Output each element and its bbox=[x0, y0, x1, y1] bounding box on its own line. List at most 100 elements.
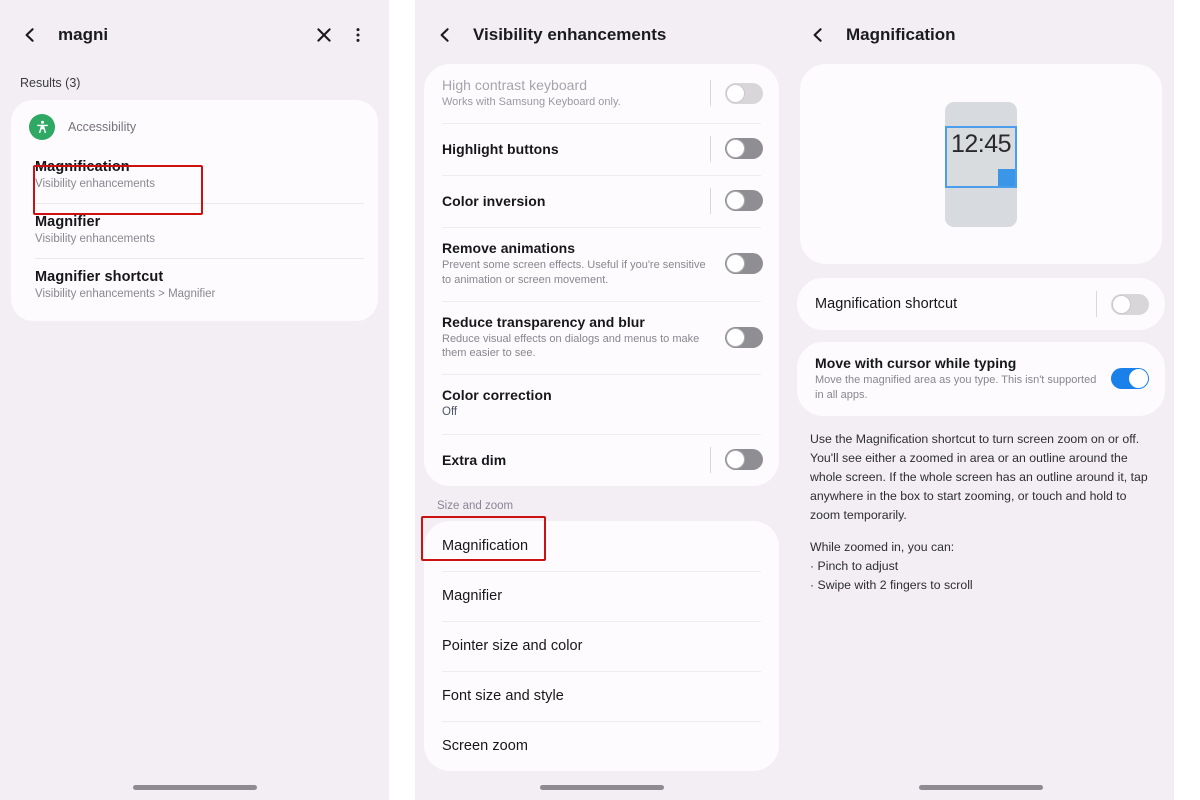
back-icon[interactable] bbox=[802, 19, 834, 51]
visibility-settings-group: High contrast keyboard Works with Samsun… bbox=[424, 64, 779, 486]
row-magnifier[interactable]: Magnifier bbox=[424, 570, 779, 621]
magnification-app-bar: Magnification bbox=[788, 6, 1174, 64]
result-subtitle: Visibility enhancements bbox=[35, 178, 155, 190]
toggle-wrap bbox=[1111, 368, 1149, 390]
description-list-heading: While zoomed in, you can: bbox=[810, 539, 955, 554]
row-font-size-and-style[interactable]: Font size and style bbox=[424, 670, 779, 721]
toggle-knob bbox=[726, 254, 745, 274]
magnification-zoom-box: 12:45 bbox=[945, 125, 1017, 188]
toggle-knob bbox=[726, 83, 745, 103]
toggle-knob bbox=[1112, 294, 1131, 314]
back-icon[interactable] bbox=[429, 19, 461, 51]
row-label: Extra dim bbox=[442, 451, 507, 468]
toggle-wrap bbox=[710, 135, 763, 162]
row-extra-dim[interactable]: Extra dim bbox=[424, 433, 779, 486]
magnification-description: Use the Magnification shortcut to turn s… bbox=[788, 416, 1174, 595]
page-title: Magnification bbox=[846, 25, 956, 44]
row-highlight-buttons[interactable]: Highlight buttons bbox=[424, 122, 779, 175]
row-label: Highlight buttons bbox=[442, 140, 559, 157]
description-paragraph-2: While zoomed in, you can: · Pinch to adj… bbox=[810, 538, 1152, 595]
toggle-remove-animations[interactable] bbox=[725, 253, 763, 275]
row-text: Highlight buttons bbox=[442, 141, 710, 157]
panel-gap-1 bbox=[389, 0, 415, 800]
gesture-bar-handle[interactable] bbox=[919, 785, 1043, 790]
gesture-bar[interactable] bbox=[788, 785, 1174, 790]
gesture-bar-handle[interactable] bbox=[539, 785, 664, 790]
row-reduce-transparency-and-blur[interactable]: Reduce transparency and blur Reduce visu… bbox=[424, 300, 779, 375]
visibility-app-bar: Visibility enhancements bbox=[415, 6, 788, 64]
row-text: Extra dim bbox=[442, 452, 710, 468]
search-result-magnifier[interactable]: Magnifier Visibility enhancements bbox=[11, 203, 378, 258]
row-label: Pointer size and color bbox=[442, 637, 583, 654]
row-label: Magnifier bbox=[442, 587, 503, 604]
size-and-zoom-group: Magnification Magnifier Pointer size and… bbox=[424, 520, 779, 771]
result-category-label: Accessibility bbox=[68, 120, 137, 134]
toggle-wrap bbox=[710, 446, 763, 473]
row-screen-zoom[interactable]: Screen zoom bbox=[424, 720, 779, 771]
toggle-knob bbox=[726, 450, 745, 470]
row-label: Screen zoom bbox=[442, 737, 528, 754]
page-title: Visibility enhancements bbox=[473, 25, 667, 44]
screenshot-stage: magni Results (3) Accessibility Magnific… bbox=[0, 0, 1200, 800]
zoom-box-corner-handle bbox=[998, 168, 1015, 186]
row-text: Magnifier bbox=[442, 588, 763, 604]
toggle-move-with-cursor-while-typing[interactable] bbox=[1111, 368, 1149, 390]
row-label: Color correction bbox=[442, 387, 552, 404]
row-label: Magnification bbox=[442, 537, 529, 554]
row-divider-line bbox=[710, 135, 711, 162]
row-label: Color inversion bbox=[442, 192, 546, 209]
back-icon[interactable] bbox=[14, 19, 46, 51]
gesture-bar[interactable] bbox=[0, 785, 389, 790]
row-magnification[interactable]: Magnification bbox=[424, 521, 779, 571]
toggle-knob bbox=[726, 191, 745, 211]
row-value: Off bbox=[442, 406, 458, 419]
toggle-highlight-buttons[interactable] bbox=[725, 138, 763, 160]
search-result-magnifier-shortcut[interactable]: Magnifier shortcut Visibility enhancemen… bbox=[11, 258, 378, 313]
magnification-shortcut-group: Magnification shortcut bbox=[797, 278, 1165, 330]
row-divider-line bbox=[710, 80, 711, 107]
toggle-knob bbox=[726, 139, 745, 159]
toggle-magnification-shortcut[interactable] bbox=[1111, 293, 1149, 315]
toggle-color-inversion[interactable] bbox=[725, 190, 763, 212]
toggle-knob bbox=[726, 327, 745, 347]
search-input[interactable]: magni bbox=[58, 25, 108, 45]
preview-clock: 12:45 bbox=[950, 129, 1012, 158]
visibility-scroll-area[interactable]: High contrast keyboard Works with Samsun… bbox=[415, 64, 788, 800]
row-subtitle: Works with Samsung Keyboard only. bbox=[442, 96, 621, 108]
row-divider-line bbox=[1096, 291, 1097, 317]
toggle-reduce-transparency-and-blur[interactable] bbox=[725, 326, 763, 348]
row-text: Font size and style bbox=[442, 688, 763, 704]
gesture-bar-handle[interactable] bbox=[132, 785, 257, 790]
row-subtitle: Reduce visual effects on dialogs and men… bbox=[442, 332, 700, 360]
row-label: Font size and style bbox=[442, 687, 564, 704]
row-move-with-cursor-while-typing[interactable]: Move with cursor while typing Move the m… bbox=[797, 342, 1165, 416]
row-remove-animations[interactable]: Remove animations Prevent some screen ef… bbox=[424, 226, 779, 301]
toggle-extra-dim[interactable] bbox=[725, 449, 763, 471]
toggle-knob bbox=[1129, 369, 1148, 389]
toggle-wrap bbox=[1096, 291, 1149, 317]
row-pointer-size-and-color[interactable]: Pointer size and color bbox=[424, 620, 779, 671]
search-result-magnification[interactable]: Magnification Visibility enhancements bbox=[11, 148, 378, 203]
row-high-contrast-keyboard[interactable]: High contrast keyboard Works with Samsun… bbox=[424, 64, 779, 123]
more-vertical-icon[interactable] bbox=[341, 18, 375, 52]
row-text: Magnification shortcut bbox=[815, 296, 1096, 312]
close-icon[interactable] bbox=[307, 18, 341, 52]
toggle-high-contrast-keyboard[interactable] bbox=[725, 82, 763, 104]
result-title: Magnifier shortcut bbox=[35, 269, 164, 285]
row-color-inversion[interactable]: Color inversion bbox=[424, 174, 779, 227]
row-color-correction[interactable]: Color correction Off bbox=[424, 374, 779, 434]
toggle-wrap bbox=[725, 253, 763, 275]
status-bar bbox=[415, 0, 788, 6]
section-header-size-and-zoom: Size and zoom bbox=[437, 499, 514, 512]
row-text: Screen zoom bbox=[442, 738, 763, 754]
result-title: Magnification bbox=[35, 159, 130, 175]
gesture-bar[interactable] bbox=[415, 785, 788, 790]
toggle-wrap bbox=[710, 187, 763, 214]
row-label: Move with cursor while typing bbox=[815, 355, 1017, 371]
panel-search-results: magni Results (3) Accessibility Magnific… bbox=[0, 0, 389, 800]
row-text: Remove animations Prevent some screen ef… bbox=[442, 240, 725, 288]
row-label: Remove animations bbox=[442, 239, 576, 256]
row-magnification-shortcut[interactable]: Magnification shortcut bbox=[797, 278, 1165, 330]
